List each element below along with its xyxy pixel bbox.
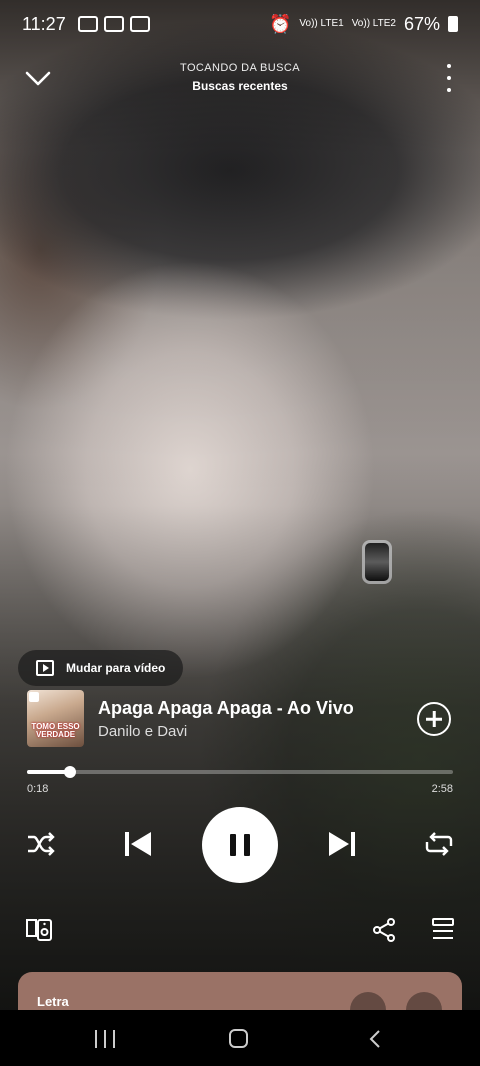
recent-apps-icon[interactable]	[95, 1030, 115, 1048]
sim1-signal: Vo)) LTE1	[299, 18, 344, 29]
status-notification-icons	[77, 16, 150, 32]
connect-devices-icon[interactable]	[26, 918, 52, 942]
playback-controls	[0, 806, 480, 883]
notification-app-icon	[103, 16, 124, 32]
system-nav-bar	[0, 1010, 480, 1066]
pause-button[interactable]	[202, 807, 278, 883]
track-artist[interactable]: Danilo e Davi	[98, 723, 354, 740]
screenshot-icon	[77, 16, 98, 32]
battery-icon	[448, 16, 458, 32]
battery-percent: 67%	[403, 13, 440, 34]
pause-icon-bar	[244, 834, 250, 856]
alarm-icon: ⏰	[268, 13, 292, 34]
home-icon[interactable]	[229, 1029, 248, 1048]
lyrics-label: Letra	[37, 994, 69, 1009]
share-icon[interactable]	[372, 918, 396, 942]
notification-app-icon-2	[129, 16, 150, 32]
back-icon[interactable]	[368, 1029, 382, 1049]
player-header: TOCANDO DA BUSCA Buscas recentes	[0, 58, 480, 98]
track-title[interactable]: Apaga Apaga Apaga - Ao Vivo	[98, 698, 354, 719]
album-badge-icon	[29, 692, 39, 702]
total-time: 2:58	[431, 783, 453, 795]
more-vertical-icon[interactable]	[444, 64, 454, 92]
pause-icon	[230, 834, 236, 856]
shuffle-icon[interactable]	[26, 830, 56, 858]
album-art[interactable]: TOMO ESSO VERDADE	[27, 690, 84, 747]
skip-previous-icon[interactable]	[124, 830, 152, 858]
progress-knob[interactable]	[64, 766, 76, 778]
status-system-icons: ⏰ Vo)) LTE1 Vo)) LTE2 67%	[269, 14, 458, 35]
sim2-signal: Vo)) LTE2	[351, 18, 396, 29]
playing-context: TOCANDO DA BUSCA Buscas recentes	[0, 62, 480, 93]
skip-next-icon[interactable]	[328, 830, 356, 858]
status-time: 11:27	[22, 13, 66, 34]
repeat-icon[interactable]	[424, 830, 454, 858]
track-info: TOMO ESSO VERDADE Apaga Apaga Apaga - Ao…	[27, 690, 453, 747]
context-type: TOCANDO DA BUSCA	[180, 62, 300, 74]
album-art-text: TOMO ESSO VERDADE	[31, 722, 80, 739]
queue-icon[interactable]	[432, 918, 454, 940]
track-titles: Apaga Apaga Apaga - Ao Vivo Danilo e Dav…	[98, 698, 354, 740]
add-to-library-button[interactable]	[417, 702, 451, 736]
context-name[interactable]: Buscas recentes	[0, 79, 480, 93]
play-square-icon	[36, 660, 54, 676]
elapsed-time: 0:18	[27, 783, 49, 795]
progress-bar[interactable]	[27, 766, 453, 778]
status-bar: 11:27 ⏰ Vo)) LTE1 Vo)) LTE2 67%	[0, 0, 480, 48]
switch-to-video-button[interactable]: Mudar para vídeo	[18, 650, 184, 686]
switch-to-video-label: Mudar para vídeo	[66, 661, 166, 675]
